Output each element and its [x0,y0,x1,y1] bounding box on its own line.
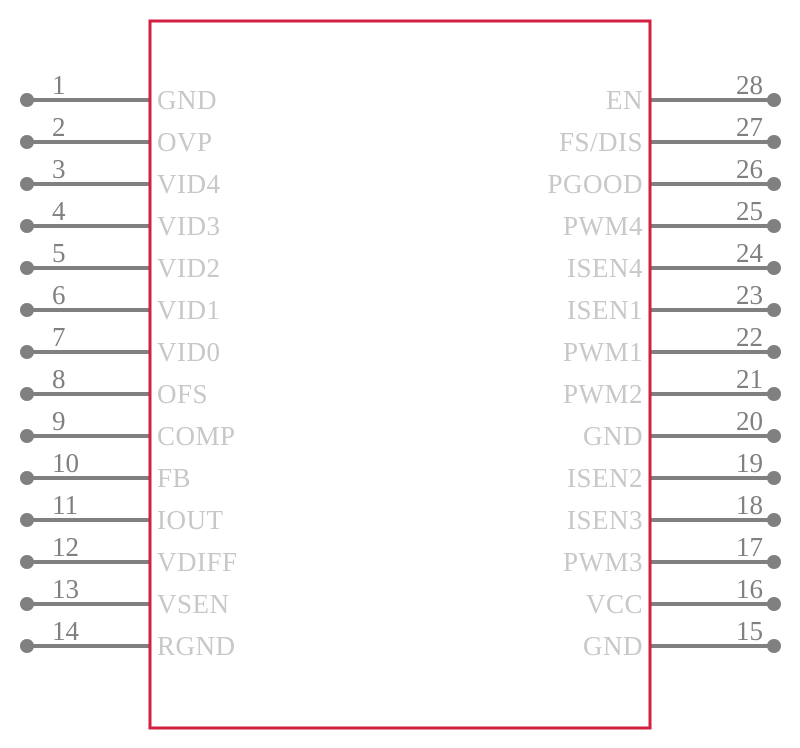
left-pin-1-name: GND [157,85,217,115]
right-pin-17-name: PWM3 [563,547,643,577]
right-pin-21-name: PWM2 [563,379,643,409]
right-pin-16-terminal-dot[interactable] [767,597,781,611]
left-pin-5-number: 5 [52,238,66,268]
left-pin-13-name: VSEN [157,589,230,619]
left-pin-3-terminal-dot[interactable] [20,177,34,191]
right-pin-25-name: PWM4 [563,211,643,241]
left-pin-8-number: 8 [52,364,66,394]
left-pin-7-name: VID0 [157,337,221,367]
right-pin-20-number: 20 [736,406,763,436]
right-pin-19-number: 19 [736,448,763,478]
right-pin-23-number: 23 [736,280,763,310]
left-pin-12-terminal-dot[interactable] [20,555,34,569]
left-pin-9-number: 9 [52,406,66,436]
left-pin-3-name: VID4 [157,169,221,199]
right-pin-27-terminal-dot[interactable] [767,135,781,149]
right-pin-27-name: FS/DIS [559,127,643,157]
left-pin-3-number: 3 [52,154,66,184]
right-pin-28-terminal-dot[interactable] [767,93,781,107]
left-pin-2-number: 2 [52,112,66,142]
left-pin-14-number: 14 [52,616,80,646]
right-pin-22-name: PWM1 [563,337,643,367]
left-pin-14-terminal-dot[interactable] [20,639,34,653]
right-pin-22-terminal-dot[interactable] [767,345,781,359]
right-pin-23-name: ISEN1 [567,295,643,325]
left-pin-7-terminal-dot[interactable] [20,345,34,359]
right-pin-26-name: PGOOD [547,169,643,199]
right-pin-15-name: GND [583,631,643,661]
left-pin-13-number: 13 [52,574,79,604]
left-pin-9-terminal-dot[interactable] [20,429,34,443]
right-pin-22-number: 22 [736,322,763,352]
left-pin-4-name: VID3 [157,211,221,241]
right-pin-21-number: 21 [736,364,763,394]
left-pin-6-name: VID1 [157,295,221,325]
right-pin-28-number: 28 [736,70,763,100]
left-pin-13-terminal-dot[interactable] [20,597,34,611]
left-pin-10-number: 10 [52,448,79,478]
left-pin-11-name: IOUT [157,505,223,535]
right-pin-20-terminal-dot[interactable] [767,429,781,443]
right-pin-24-terminal-dot[interactable] [767,261,781,275]
left-pin-12-number: 12 [52,532,79,562]
pin-labels-layer: 1 GND 2 OVP 3 VID4 4 VID3 5 VID2 6 VID1 7 VID0 8 OFS 9 CO… [52,70,764,661]
right-pin-18-number: 18 [736,490,763,520]
left-pin-6-terminal-dot[interactable] [20,303,34,317]
right-pin-26-terminal-dot[interactable] [767,177,781,191]
left-pin-2-terminal-dot[interactable] [20,135,34,149]
right-pin-19-name: ISEN2 [567,463,643,493]
left-pin-9-name: COMP [157,421,236,451]
right-pin-23-terminal-dot[interactable] [767,303,781,317]
right-pin-25-terminal-dot[interactable] [767,219,781,233]
schematic-symbol-svg: 1 GND 2 OVP 3 VID4 4 VID3 5 VID2 6 VID1 7 VID0 8 OFS 9 CO… [20,19,781,730]
left-pin-11-terminal-dot[interactable] [20,513,34,527]
right-pin-24-number: 24 [736,238,764,268]
right-pin-20-name: GND [583,421,643,451]
left-pin-8-name: OFS [157,379,208,409]
right-pin-25-number: 25 [736,196,763,226]
right-pin-26-number: 26 [736,154,763,184]
right-pin-16-name: VCC [586,589,643,619]
right-pin-19-terminal-dot[interactable] [767,471,781,485]
right-pin-28-name: EN [606,85,643,115]
left-pin-2-name: OVP [157,127,213,157]
right-pin-15-terminal-dot[interactable] [767,639,781,653]
left-pin-10-terminal-dot[interactable] [20,471,34,485]
left-pin-1-number: 1 [52,70,66,100]
right-pin-21-terminal-dot[interactable] [767,387,781,401]
left-pin-5-name: VID2 [157,253,221,283]
left-pin-14-name: RGND [157,631,236,661]
right-pin-15-number: 15 [736,616,763,646]
left-pin-5-terminal-dot[interactable] [20,261,34,275]
right-pin-24-name: ISEN4 [567,253,643,283]
left-pin-4-number: 4 [52,196,66,226]
left-pin-8-terminal-dot[interactable] [20,387,34,401]
right-pin-18-name: ISEN3 [567,505,643,535]
right-pin-27-number: 27 [736,112,763,142]
right-pin-17-terminal-dot[interactable] [767,555,781,569]
schematic-symbol-canvas: 1 GND 2 OVP 3 VID4 4 VID3 5 VID2 6 VID1 7 VID0 8 OFS 9 CO… [0,0,800,748]
left-pin-11-number: 11 [52,490,78,520]
left-pin-12-name: VDIFF [157,547,238,577]
left-pin-6-number: 6 [52,280,66,310]
right-pin-17-number: 17 [736,532,763,562]
right-pin-16-number: 16 [736,574,763,604]
left-pin-1-terminal-dot[interactable] [20,93,34,107]
left-pin-7-number: 7 [52,322,66,352]
pins-layer [20,93,781,653]
left-pin-4-terminal-dot[interactable] [20,219,34,233]
left-pin-10-name: FB [157,463,191,493]
right-pin-18-terminal-dot[interactable] [767,513,781,527]
